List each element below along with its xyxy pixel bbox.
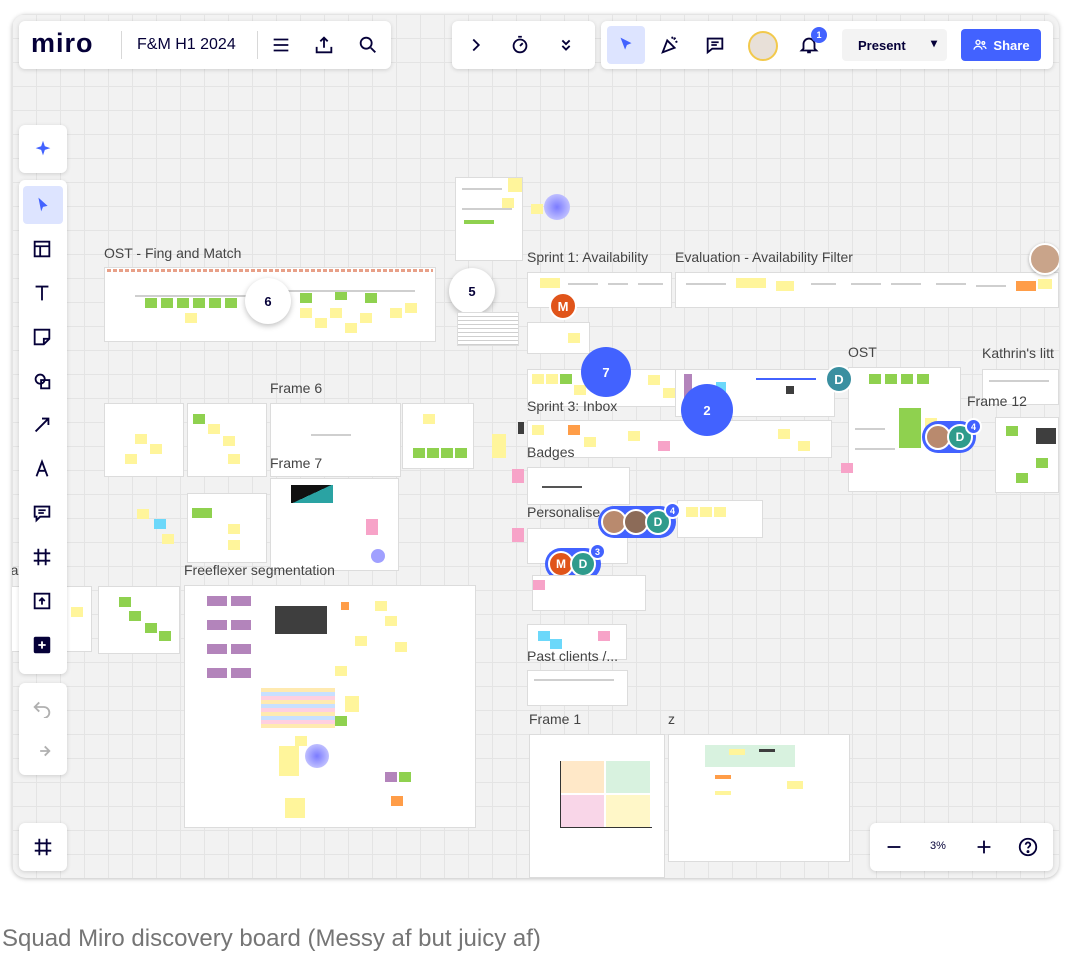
add-more-icon[interactable] — [28, 631, 56, 659]
frame-frame7[interactable] — [270, 478, 399, 571]
caption: Squad Miro discovery board (Messy af but… — [2, 925, 541, 952]
frame-label-past-clients[interactable]: Past clients /... — [527, 648, 618, 664]
frame-label-evaluation[interactable]: Evaluation - Availability Filter — [675, 249, 853, 265]
select-icon[interactable] — [23, 186, 63, 224]
frame-icon[interactable] — [28, 543, 56, 571]
frame-label-badges[interactable]: Badges — [527, 444, 574, 460]
more-chevrons-icon[interactable] — [553, 32, 579, 58]
frame-past-clients[interactable] — [527, 670, 628, 706]
top-left-panel: miro F&M H1 2024 — [19, 21, 391, 69]
history-panel — [19, 683, 67, 775]
frame-personalise-b[interactable] — [677, 500, 763, 538]
chevron-right-icon[interactable] — [463, 32, 489, 58]
celebrate-icon[interactable] — [657, 32, 683, 58]
frame-left-a[interactable] — [104, 403, 184, 477]
frame-label-personalise[interactable]: Personalise — [527, 504, 600, 520]
frame-left-b[interactable] — [187, 403, 267, 477]
frame-label-kathrins[interactable]: Kathrin's litt — [982, 345, 1054, 361]
comment-bubble-6[interactable]: 6 — [245, 278, 291, 324]
left-toolbar — [19, 180, 67, 674]
frame-label-z[interactable]: z — [668, 711, 675, 727]
top-center-panel — [452, 21, 595, 69]
sticky-note-icon[interactable] — [28, 323, 56, 351]
group3-count: 3 — [589, 543, 606, 560]
chevron-down-icon[interactable]: ▾ — [931, 36, 937, 50]
redo-icon[interactable] — [28, 737, 56, 765]
ai-assist-icon[interactable] — [29, 135, 57, 163]
cursor-blob — [544, 194, 570, 220]
notification-badge: 1 — [811, 27, 827, 43]
frames-panel — [19, 823, 67, 871]
export-icon[interactable] — [311, 32, 337, 58]
frame-label-frame7[interactable]: Frame 7 — [270, 455, 322, 471]
frame-sprint1-detail[interactable] — [527, 322, 590, 354]
frame-frame12[interactable] — [995, 417, 1059, 493]
frame-label-frame1[interactable]: Frame 1 — [529, 711, 581, 727]
frame-label-ost[interactable]: OST — [848, 344, 877, 360]
top-right-panel: 1 Present ▾ Share — [601, 21, 1053, 69]
ai-panel — [19, 125, 67, 173]
board-title[interactable]: F&M H1 2024 — [137, 36, 236, 54]
frame-label-freeflexer[interactable]: Freeflexer segmentation — [184, 562, 335, 578]
group2-count: 4 — [664, 502, 681, 519]
upload-icon[interactable] — [28, 587, 56, 615]
cursor-avatar-d[interactable]: D — [825, 365, 853, 393]
frame-label-frame12[interactable]: Frame 12 — [967, 393, 1027, 409]
frame-frame1[interactable] — [529, 734, 665, 878]
templates-icon[interactable] — [28, 235, 56, 263]
cursor-select-icon[interactable] — [607, 26, 645, 64]
comments-icon[interactable] — [702, 32, 728, 58]
frame-small-a[interactable] — [532, 575, 646, 611]
comment-bubble-2[interactable]: 2 — [681, 384, 733, 436]
frame-label-frame6[interactable]: Frame 6 — [270, 380, 322, 396]
people-icon — [973, 39, 988, 50]
search-icon[interactable] — [355, 32, 381, 58]
present-label: Present — [858, 37, 906, 53]
text-icon[interactable] — [28, 279, 56, 307]
comment-icon[interactable] — [28, 499, 56, 527]
frame-top-cluster[interactable] — [455, 177, 523, 261]
frame-table-small[interactable] — [457, 312, 519, 346]
miro-board-canvas[interactable]: OST - Fing and Match 6 5 Sprint 1: Avail… — [12, 14, 1059, 878]
cursor-avatar-m[interactable]: M — [549, 292, 577, 320]
pen-icon[interactable] — [28, 455, 56, 483]
shapes-icon[interactable] — [28, 367, 56, 395]
frame-label-left-cut[interactable]: ra — [12, 562, 18, 578]
frame-badges[interactable] — [527, 467, 630, 505]
frame-left-c[interactable] — [187, 493, 267, 563]
frame-evaluation[interactable] — [675, 272, 1059, 308]
frame-freeflexer[interactable] — [184, 585, 476, 828]
current-user-avatar[interactable] — [748, 31, 778, 61]
help-icon[interactable] — [1015, 834, 1041, 860]
user-avatar-photo[interactable] — [1029, 243, 1059, 275]
frames-list-icon[interactable] — [29, 833, 57, 861]
connector-icon[interactable] — [28, 411, 56, 439]
share-label: Share — [993, 37, 1030, 53]
zoom-out-icon[interactable] — [881, 834, 907, 860]
frame-left-d[interactable] — [98, 586, 180, 654]
frame-label-sprint3[interactable]: Sprint 3: Inbox — [527, 398, 617, 414]
zoom-in-icon[interactable] — [971, 834, 997, 860]
share-button[interactable]: Share — [961, 29, 1041, 61]
undo-icon[interactable] — [28, 693, 56, 721]
frame-label-sprint1[interactable]: Sprint 1: Availability — [527, 249, 648, 265]
comment-bubble-5[interactable]: 5 — [449, 268, 495, 314]
zoom-level[interactable]: 3% — [930, 840, 946, 852]
frame-z[interactable] — [668, 734, 850, 862]
present-button[interactable]: Present ▾ — [842, 29, 947, 61]
group1-count: 4 — [965, 418, 982, 435]
timer-icon[interactable] — [507, 32, 533, 58]
frame-right-of-6[interactable] — [402, 403, 474, 469]
frame-label-ost-fing[interactable]: OST - Fing and Match — [104, 245, 241, 261]
miro-logo[interactable]: miro — [31, 28, 94, 59]
menu-icon[interactable] — [268, 32, 294, 58]
comment-bubble-7[interactable]: 7 — [581, 347, 631, 397]
zoom-panel: 3% — [870, 823, 1053, 871]
